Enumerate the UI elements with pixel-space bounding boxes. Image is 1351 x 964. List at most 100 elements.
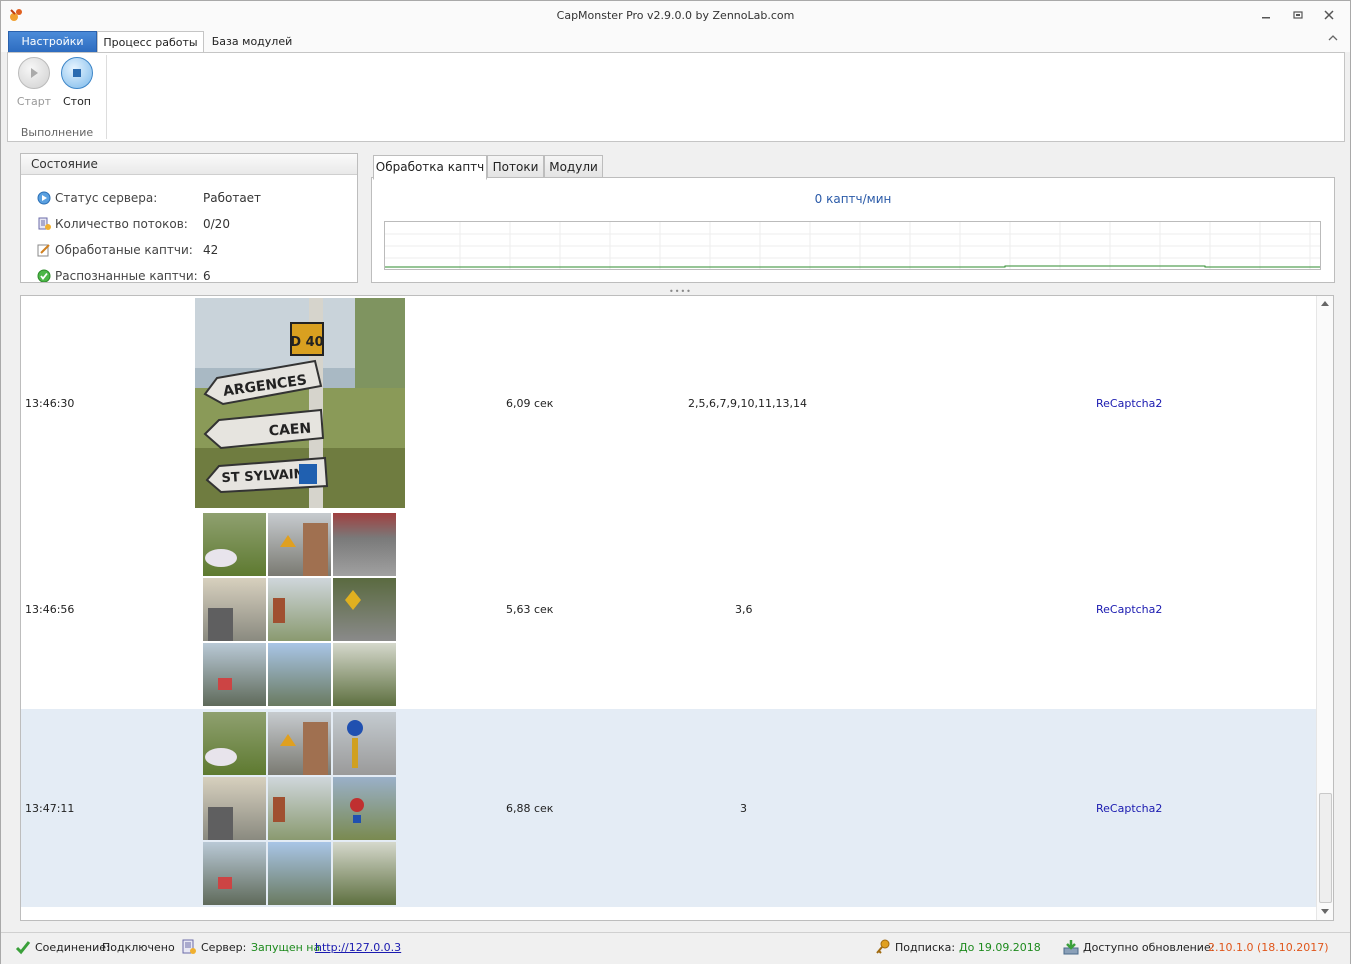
start-label: Старт — [16, 95, 52, 108]
state-value: Работает — [203, 191, 262, 205]
ribbon-collapse-icon[interactable] — [1328, 34, 1338, 42]
ribbon-group-label: Выполнение — [20, 126, 94, 139]
state-row-threads: Количество потоков: 0/20 — [37, 215, 347, 233]
captcha-tile — [333, 777, 396, 840]
minimize-icon — [1262, 17, 1270, 19]
ribbon-group-separator — [106, 55, 107, 139]
rate-graph — [384, 221, 1321, 270]
minimize-button[interactable] — [1253, 5, 1279, 25]
log-time: 13:46:56 — [25, 603, 75, 616]
play-icon — [18, 57, 50, 89]
server-value: Запущен на — [251, 941, 321, 954]
server-status-icon — [37, 191, 51, 205]
log-time: 13:47:11 — [25, 802, 75, 815]
server-label: Сервер: — [201, 941, 247, 954]
captcha-tile — [268, 842, 331, 905]
state-panel: Состояние Статус сервера: Работает Колич… — [20, 153, 358, 283]
captcha-image-grid — [203, 513, 396, 706]
close-icon — [1324, 10, 1334, 20]
captcha-tile — [333, 578, 396, 641]
stop-button[interactable]: Стоп — [57, 57, 97, 108]
captcha-tile — [203, 643, 266, 706]
captcha-tile — [203, 777, 266, 840]
tab-settings[interactable]: Настройки — [8, 31, 97, 53]
stop-icon — [61, 57, 93, 89]
title-bar: CapMonster Pro v2.9.0.0 by ZennoLab.com — [1, 1, 1350, 30]
captcha-processing-panel: 0 каптч/мин — [371, 177, 1335, 283]
state-label: Распознанные каптчи: — [55, 269, 198, 283]
tab-process[interactable]: Процесс работы — [97, 31, 204, 53]
update-label: Доступно обновление: — [1083, 941, 1215, 954]
log-duration: 6,88 сек — [506, 802, 554, 815]
scroll-down-arrow-icon[interactable] — [1320, 908, 1330, 915]
state-row-server-status: Статус сервера: Работает — [37, 189, 347, 207]
captcha-rate: 0 каптч/мин — [814, 192, 892, 206]
log-duration: 5,63 сек — [506, 603, 554, 616]
state-row-processed: Обработаные каптчи: 42 — [37, 241, 347, 259]
close-button[interactable] — [1316, 5, 1342, 25]
captcha-image-big: D 40 ARGENCES CAEN ST SYLVAIN — [195, 298, 405, 508]
log-scrollbar[interactable] — [1316, 296, 1333, 920]
log-row[interactable]: 13:46:30 D 40 ARGENCES CAEN ST SYLVAIN 6… — [21, 296, 1317, 509]
sign-road-number: D 40 — [290, 335, 323, 350]
captcha-tile — [203, 513, 266, 576]
captcha-tile — [333, 643, 396, 706]
restore-button[interactable] — [1285, 5, 1311, 25]
tab-modules-db[interactable]: База модулей — [208, 31, 296, 52]
captcha-tile — [268, 777, 331, 840]
state-label: Статус сервера: — [55, 191, 158, 205]
connection-check-icon — [15, 941, 31, 955]
stop-label: Стоп — [62, 95, 91, 108]
log-answer: 3,6 — [735, 603, 753, 616]
key-icon — [876, 939, 890, 954]
captcha-tile — [268, 578, 331, 641]
processed-icon — [37, 244, 50, 257]
state-value: 6 — [203, 269, 211, 283]
window-title: CapMonster Pro v2.9.0.0 by ZennoLab.com — [556, 9, 795, 22]
state-label: Количество потоков: — [55, 217, 188, 231]
captcha-tile — [333, 712, 396, 775]
tab-captcha-processing[interactable]: Обработка каптч — [373, 155, 487, 180]
captcha-tile — [268, 712, 331, 775]
sign-line-2: CAEN — [268, 421, 311, 440]
captcha-tile — [268, 513, 331, 576]
subscription-value: До 19.09.2018 — [959, 941, 1041, 954]
start-button[interactable]: Старт — [14, 57, 54, 108]
captcha-tile — [203, 842, 266, 905]
log-captcha-type[interactable]: ReCaptcha2 — [1096, 603, 1162, 616]
log-captcha-type[interactable]: ReCaptcha2 — [1096, 397, 1162, 410]
log-row[interactable]: 13:46:56 5,63 сек 3,6 ReCaptcha2 — [21, 509, 1317, 709]
captcha-image-grid — [203, 712, 396, 905]
ribbon-panel: Старт Стоп Выполнение — [7, 52, 1345, 142]
log-duration: 6,09 сек — [506, 397, 554, 410]
captcha-tile — [203, 578, 266, 641]
server-icon — [182, 939, 196, 954]
app-window: CapMonster Pro v2.9.0.0 by ZennoLab.com … — [0, 0, 1351, 964]
state-value: 42 — [203, 243, 219, 257]
tab-modules[interactable]: Модули — [544, 155, 603, 179]
state-value: 0/20 — [203, 217, 230, 231]
log-row-selected[interactable]: 13:47:11 6,88 сек 3 ReCaptcha2 — [21, 709, 1317, 907]
log-answer: 2,5,6,7,9,10,11,13,14 — [688, 397, 807, 410]
state-row-recognized: Распознанные каптчи: 6 — [37, 267, 347, 283]
restore-icon — [1293, 11, 1303, 19]
subscription-label: Подписка: — [895, 941, 956, 954]
scrollbar-thumb[interactable] — [1319, 793, 1332, 903]
ribbon-tab-bar: Настройки Процесс работы База модулей — [1, 30, 1350, 53]
captcha-log-list: 13:46:30 D 40 ARGENCES CAEN ST SYLVAIN 6… — [20, 295, 1334, 921]
captcha-tile — [333, 842, 396, 905]
connection-label: Соединение: — [35, 941, 110, 954]
update-version-link[interactable]: 2.10.1.0 (18.10.2017) — [1208, 941, 1329, 954]
captcha-tile — [333, 513, 396, 576]
scroll-up-arrow-icon[interactable] — [1320, 300, 1330, 307]
log-time: 13:46:30 — [25, 397, 75, 410]
tab-threads[interactable]: Потоки — [487, 155, 544, 179]
connection-value: Подключено — [102, 941, 175, 954]
captcha-tile — [268, 643, 331, 706]
threads-icon — [38, 217, 51, 230]
server-url-link[interactable]: http://127.0.0.3 — [315, 941, 401, 954]
log-answer: 3 — [740, 802, 747, 815]
log-captcha-type[interactable]: ReCaptcha2 — [1096, 802, 1162, 815]
status-bar: Соединение: Подключено Сервер: Запущен н… — [1, 932, 1350, 964]
state-label: Обработаные каптчи: — [55, 243, 193, 257]
